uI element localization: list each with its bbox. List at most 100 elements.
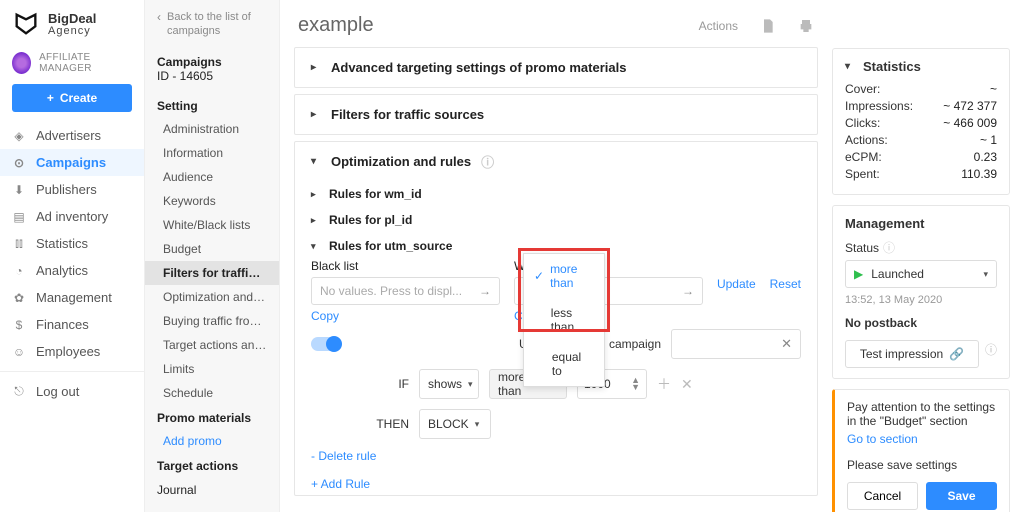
sub-link[interactable]: Keywords — [145, 189, 279, 213]
plus-icon: + — [47, 91, 54, 105]
copy-blacklist[interactable]: Copy — [311, 309, 339, 323]
chevron-down-icon[interactable]: ▾ — [845, 61, 855, 72]
acc-filters-label: Filters for traffic sources — [331, 107, 484, 122]
campaign-id: ID - 14605 — [145, 69, 279, 93]
comparator-opt-equal[interactable]: equal to — [524, 342, 604, 386]
action-value: BLOCK — [428, 417, 469, 431]
sub-link[interactable]: Schedule — [145, 381, 279, 405]
check-icon: ✓ — [534, 269, 544, 283]
back-link[interactable]: ‹ Back to the list of campaigns — [145, 0, 279, 47]
play-icon: ▶ — [854, 267, 863, 281]
comparator-opt-less[interactable]: less than — [524, 298, 604, 342]
nav-icon: ⫾⫾ — [12, 236, 26, 251]
info-icon: ⓘ — [883, 239, 895, 256]
nav-item-advertisers[interactable]: ◈Advertisers — [0, 122, 144, 149]
nav-item-employees[interactable]: ☺Employees — [0, 338, 144, 365]
nav-item-analytics[interactable]: ◔Analytics — [0, 257, 144, 284]
update-link[interactable]: Update — [717, 277, 756, 291]
close-icon[interactable]: ✕ — [781, 336, 792, 352]
sub-link[interactable]: Information — [145, 141, 279, 165]
sub-link[interactable]: Limits — [145, 357, 279, 381]
chevron-right-icon: ▸ — [311, 189, 321, 200]
action-select[interactable]: BLOCK ▾ — [419, 409, 491, 439]
nav-icon: $ — [12, 318, 26, 332]
acc-optimization[interactable]: ▾ Optimization and rules ⓘ — [295, 142, 817, 181]
print-icon[interactable] — [798, 18, 814, 34]
reset-link[interactable]: Reset — [770, 277, 801, 291]
sub-link[interactable]: Buying traffic from S... — [145, 309, 279, 333]
section-journal[interactable]: Journal — [145, 477, 279, 501]
chevron-left-icon: ‹ — [157, 10, 161, 39]
test-impression-button[interactable]: Test impression 🔗 — [845, 340, 979, 368]
stat-key: eCPM: — [845, 150, 882, 164]
nav-label: Advertisers — [36, 128, 101, 143]
step-down-icon[interactable]: ▼ — [631, 384, 640, 391]
acc-advanced[interactable]: ▸ Advanced targeting settings of promo m… — [295, 48, 817, 87]
stats-toggle[interactable] — [311, 337, 341, 351]
status-timestamp: 13:52, 13 May 2020 — [845, 294, 997, 306]
rule-pl[interactable]: ▸Rules for pl_id — [311, 207, 801, 233]
sub-link[interactable]: Optimization and rules — [145, 285, 279, 309]
stat-value: 0.23 — [974, 150, 997, 164]
rule-wm[interactable]: ▸ Rules for wm_id — [311, 181, 801, 207]
blacklist-select[interactable]: No values. Press to displ... → — [311, 277, 500, 305]
brand-sub: Agency — [48, 25, 96, 37]
section-target: Target actions — [145, 453, 279, 477]
comparator-opt-more[interactable]: ✓more than — [524, 254, 604, 298]
stat-key: Spent: — [845, 167, 880, 181]
chevron-down-icon: ▾ — [475, 419, 480, 430]
file-icon[interactable] — [760, 18, 776, 34]
brand-logo: BigDeal Agency — [0, 0, 144, 48]
chevron-right-icon: ▸ — [311, 62, 321, 73]
sub-link[interactable]: White/Black lists — [145, 213, 279, 237]
sub-link[interactable]: Audience — [145, 165, 279, 189]
campaign-select[interactable]: ✕ — [671, 329, 801, 359]
nav-item-statistics[interactable]: ⫾⫾Statistics — [0, 230, 144, 257]
delete-rule[interactable]: - Delete rule — [311, 449, 801, 463]
nav-item-campaigns[interactable]: ⊙Campaigns — [0, 149, 144, 176]
info-icon: ⓘ — [481, 152, 494, 171]
nav-item-finances[interactable]: $Finances — [0, 311, 144, 338]
nav-icon: ◔ — [12, 264, 26, 278]
logout-icon: ⎋ — [12, 384, 26, 399]
remove-condition-icon[interactable]: ✕ — [681, 376, 693, 393]
metric-select[interactable]: shows▾ — [419, 369, 479, 399]
logo-icon — [12, 10, 40, 38]
cancel-button[interactable]: Cancel — [847, 482, 918, 510]
acc-filters[interactable]: ▸ Filters for traffic sources — [295, 95, 817, 134]
opt-label: less than — [551, 306, 594, 334]
add-condition-icon[interactable]: ＋ — [657, 374, 671, 394]
logout-link[interactable]: ⎋ Log out — [0, 378, 144, 405]
stat-value: ~ 1 — [980, 133, 997, 147]
add-promo-link[interactable]: Add promo — [145, 429, 279, 453]
stat-row: Spent:110.39 — [845, 167, 997, 181]
add-rule[interactable]: + Add Rule — [311, 477, 801, 491]
sub-link[interactable]: Target actions and re... — [145, 333, 279, 357]
nav-item-publishers[interactable]: ⬇Publishers — [0, 176, 144, 203]
chevron-down-icon: ▾ — [311, 156, 321, 167]
rule-utm-label: Rules for utm_source — [329, 239, 452, 253]
arrow-right-icon: → — [682, 284, 694, 298]
sub-link[interactable]: Administration — [145, 117, 279, 141]
create-button[interactable]: + Create — [12, 84, 132, 112]
status-select[interactable]: ▶ Launched ▾ — [845, 260, 997, 288]
no-postback: No postback — [845, 316, 997, 330]
sub-link[interactable]: Filters for traffic sour... — [145, 261, 279, 285]
mgmt-title: Management — [845, 216, 997, 231]
brand-name: BigDeal — [48, 12, 96, 25]
save-msg: Please save settings — [847, 458, 997, 472]
actions-dropdown[interactable]: Actions — [699, 19, 738, 33]
stat-value: ~ 466 009 — [943, 116, 997, 130]
nav-item-ad-inventory[interactable]: ▤Ad inventory — [0, 203, 144, 230]
rule-wm-label: Rules for wm_id — [329, 187, 422, 201]
nav-icon: ▤ — [12, 210, 26, 224]
stat-key: Clicks: — [845, 116, 880, 130]
nav-icon: ⬇ — [12, 183, 26, 197]
if-label: IF — [351, 377, 409, 391]
user-block[interactable]: AFFILIATE MANAGER — [0, 48, 144, 84]
nav-item-management[interactable]: ✿Management — [0, 284, 144, 311]
chevron-right-icon: ▸ — [311, 215, 321, 226]
save-button[interactable]: Save — [926, 482, 997, 510]
sub-link[interactable]: Budget — [145, 237, 279, 261]
goto-section-link[interactable]: Go to section — [847, 432, 918, 446]
